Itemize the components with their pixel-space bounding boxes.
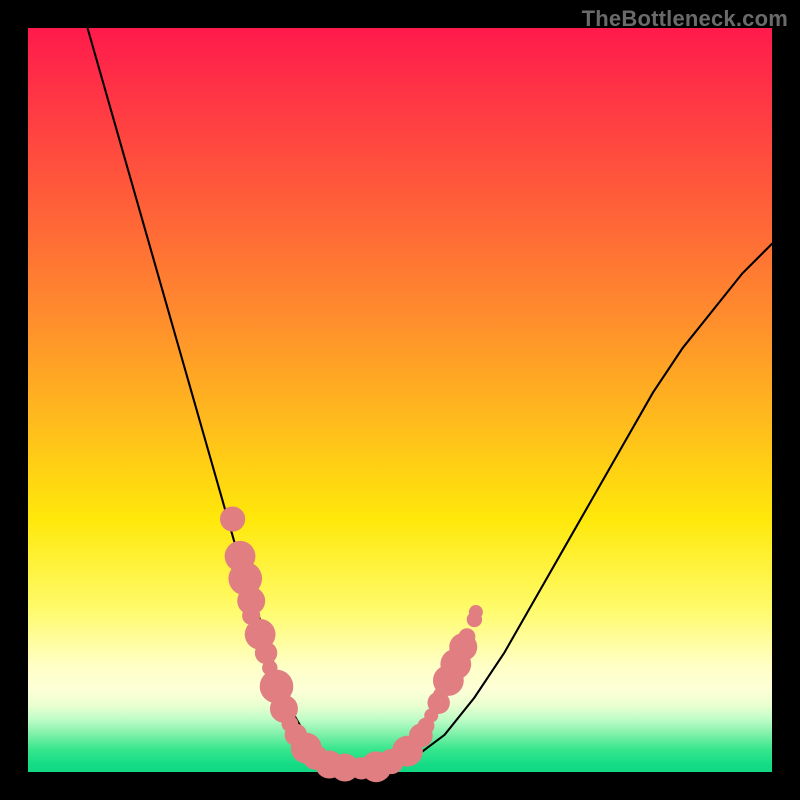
chart-svg	[28, 28, 772, 772]
plot-area	[28, 28, 772, 772]
curve-marker	[220, 506, 245, 531]
curve-marker	[459, 628, 476, 645]
outer-frame: TheBottleneck.com	[0, 0, 800, 800]
curve-marker	[469, 605, 483, 619]
curve-markers	[220, 506, 483, 782]
bottleneck-curve	[88, 28, 772, 768]
curve-marker	[255, 642, 277, 664]
